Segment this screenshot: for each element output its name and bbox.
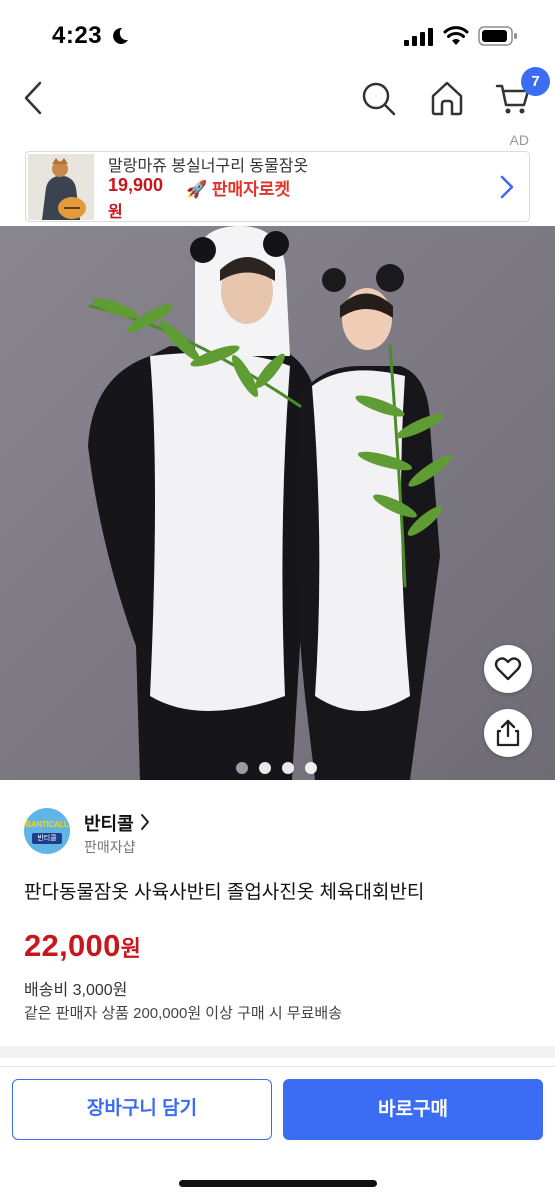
seller-logo-text: BANTICALL [25, 820, 69, 829]
product-title: 판다동물잠옷 사육사반티 졸업사진옷 체육대회반티 [24, 882, 425, 903]
ad-label: AD [509, 132, 529, 148]
ad-title: 말랑마쥬 봉실너구리 동물잠옷 [108, 158, 309, 175]
top-nav [0, 70, 555, 130]
moon-icon [113, 27, 128, 44]
chevron-right-icon [500, 175, 514, 199]
ad-thumbnail [28, 154, 94, 220]
status-bar: 4:23 [0, 0, 555, 70]
heart-icon [494, 657, 522, 681]
share-button[interactable] [484, 709, 532, 757]
add-to-cart-button[interactable]: 장바구니 담기 [12, 1079, 272, 1140]
gallery-dots [236, 762, 317, 774]
shipping-fee: 배송비 3,000원 [24, 982, 128, 999]
gallery-dot[interactable] [282, 762, 294, 774]
product-price: 22,000원 [24, 928, 141, 964]
gallery-dot[interactable] [305, 762, 317, 774]
free-shipping-note: 같은 판매자 상품 200,000원 이상 구매 시 무료배송 [24, 1005, 342, 1022]
section-divider [0, 1046, 555, 1058]
back-icon[interactable] [18, 80, 48, 116]
home-icon[interactable] [430, 80, 464, 116]
chevron-right-icon[interactable] [140, 813, 150, 831]
gallery-dot[interactable] [259, 762, 271, 774]
product-photo [0, 226, 555, 780]
price-unit: 원 [120, 936, 142, 961]
gallery-dot[interactable] [236, 762, 248, 774]
share-icon [496, 719, 520, 747]
search-icon[interactable] [360, 80, 396, 116]
wifi-icon [443, 26, 469, 45]
cart-count-badge: 7 [521, 67, 550, 96]
product-image[interactable] [0, 226, 555, 780]
status-time: 4:23 [52, 22, 103, 49]
ad-rocket-badge: 🚀 판매자로켓 [186, 180, 291, 199]
ad-price-unit: 원 [108, 204, 123, 221]
signal-icon [404, 28, 433, 46]
home-indicator [179, 1180, 377, 1187]
buy-now-button[interactable]: 바로구매 [283, 1079, 543, 1140]
like-button[interactable] [484, 645, 532, 693]
price-value: 22,000 [24, 928, 121, 963]
seller-name[interactable]: 반티콜 [84, 810, 134, 836]
battery-icon [478, 26, 517, 46]
seller-type: 판매자샵 [84, 839, 136, 855]
ad-price: 19,900 [108, 175, 164, 195]
ad-banner[interactable]: 말랑마쥬 봉실너구리 동물잠옷 19,900 🚀 판매자로켓 원 [25, 151, 530, 222]
seller-logo[interactable]: BANTICALL 반티콜 [24, 808, 70, 854]
seller-logo-sub: 반티콜 [32, 833, 62, 844]
